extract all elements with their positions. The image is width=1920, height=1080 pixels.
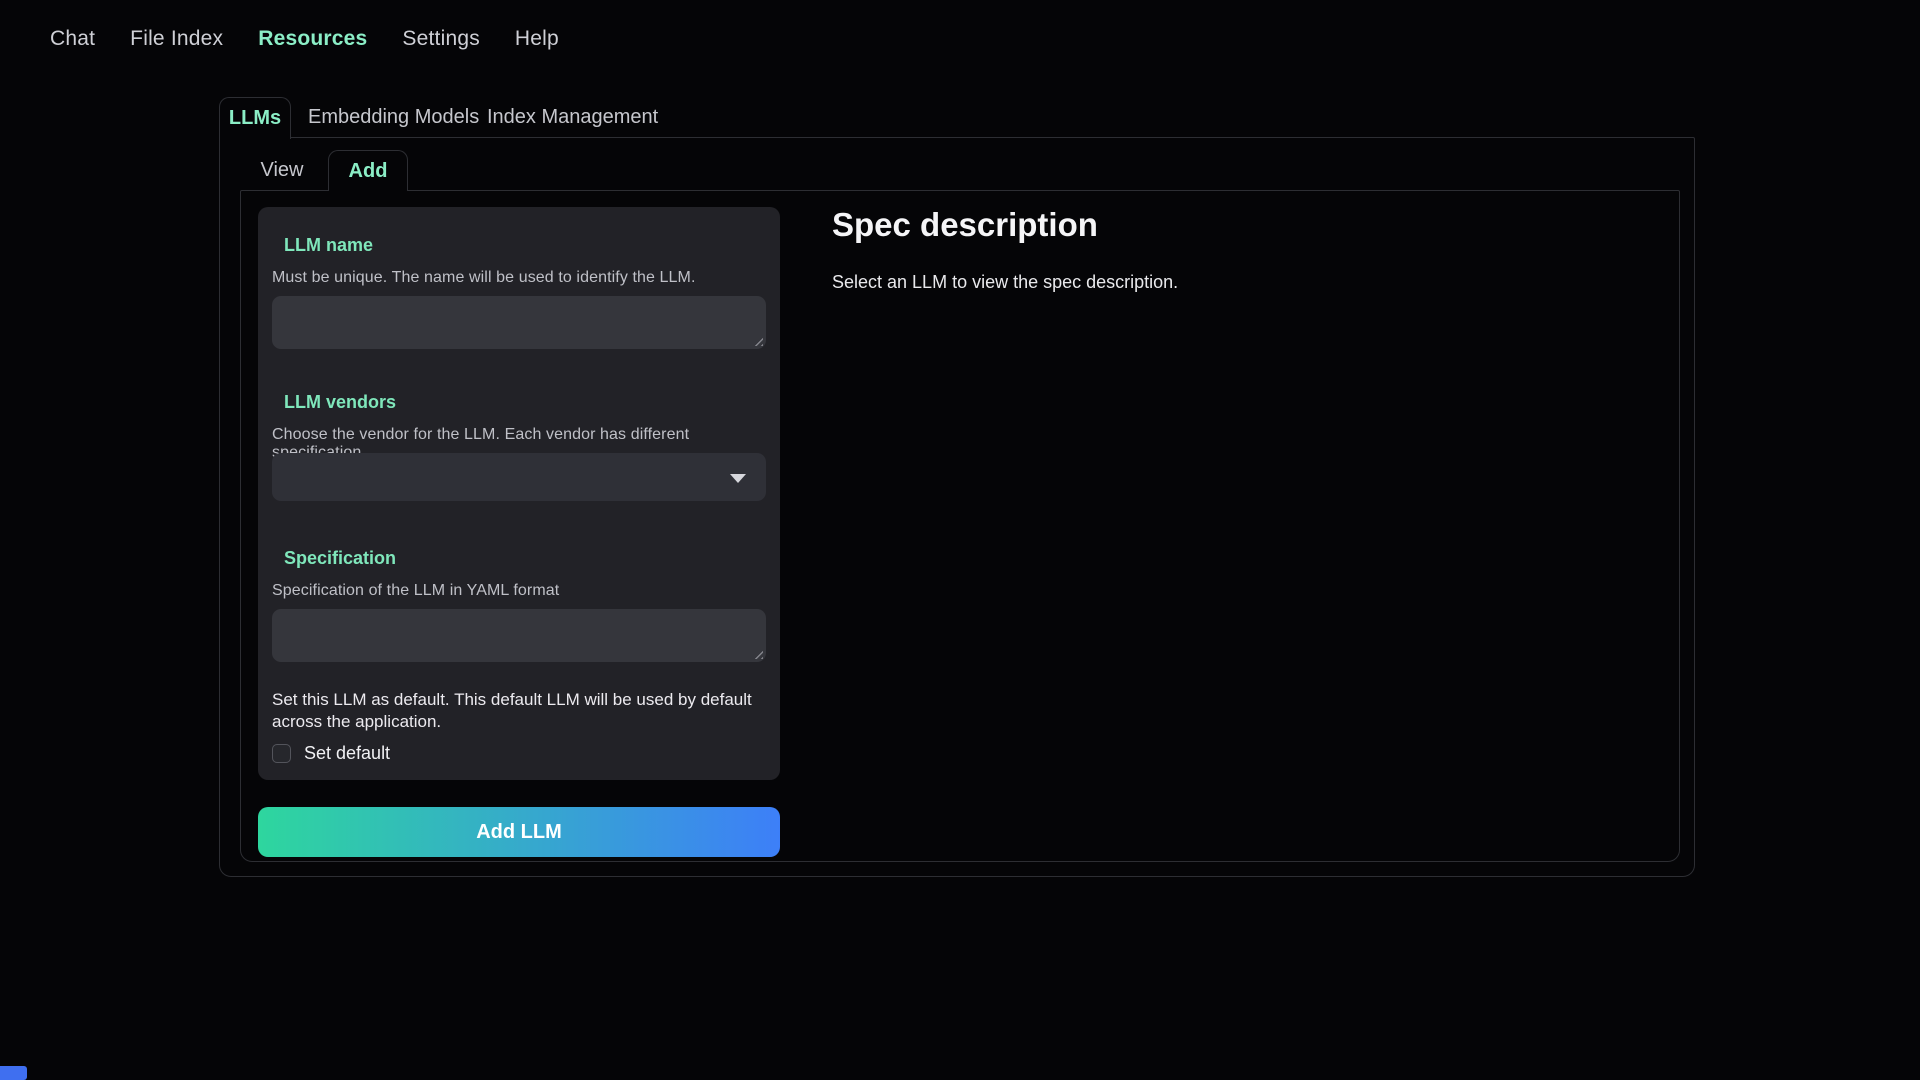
top-navigation: Chat File Index Resources Settings Help: [50, 27, 559, 51]
subtab-add-label: Add: [349, 160, 388, 183]
llm-vendors-dropdown[interactable]: [272, 453, 766, 501]
subtab-view[interactable]: View: [252, 150, 312, 190]
chevron-down-icon: [730, 474, 746, 483]
llm-name-label: LLM name: [284, 235, 373, 256]
tab-index-management[interactable]: Index Management: [487, 97, 658, 138]
nav-item-help[interactable]: Help: [515, 27, 559, 51]
scrollbar-thumb-fragment[interactable]: [0, 1066, 27, 1080]
spec-description-title: Spec description: [832, 206, 1098, 244]
llm-vendors-label: LLM vendors: [284, 392, 396, 413]
spec-description-empty-message: Select an LLM to view the spec descripti…: [832, 272, 1178, 293]
nav-item-resources[interactable]: Resources: [258, 27, 367, 51]
tab-llms[interactable]: LLMs: [219, 97, 291, 139]
specification-input[interactable]: [272, 609, 766, 662]
nav-item-settings[interactable]: Settings: [402, 27, 479, 51]
llm-name-input[interactable]: [272, 296, 766, 349]
set-default-checkbox[interactable]: [272, 744, 291, 763]
specification-label: Specification: [284, 548, 396, 569]
subtab-add[interactable]: Add: [328, 150, 408, 191]
tab-embedding-models[interactable]: Embedding Models: [308, 97, 479, 138]
set-default-label[interactable]: Set default: [304, 743, 390, 764]
set-default-help: Set this LLM as default. This default LL…: [272, 689, 758, 733]
nav-item-chat[interactable]: Chat: [50, 27, 95, 51]
tab-llms-label: LLMs: [229, 107, 281, 130]
nav-item-file-index[interactable]: File Index: [130, 27, 223, 51]
specification-help: Specification of the LLM in YAML format: [272, 582, 559, 600]
add-llm-button[interactable]: Add LLM: [258, 807, 780, 857]
llm-name-help: Must be unique. The name will be used to…: [272, 269, 696, 287]
add-llm-form-card: LLM name Must be unique. The name will b…: [258, 207, 780, 780]
set-default-row: Set default: [272, 743, 390, 764]
